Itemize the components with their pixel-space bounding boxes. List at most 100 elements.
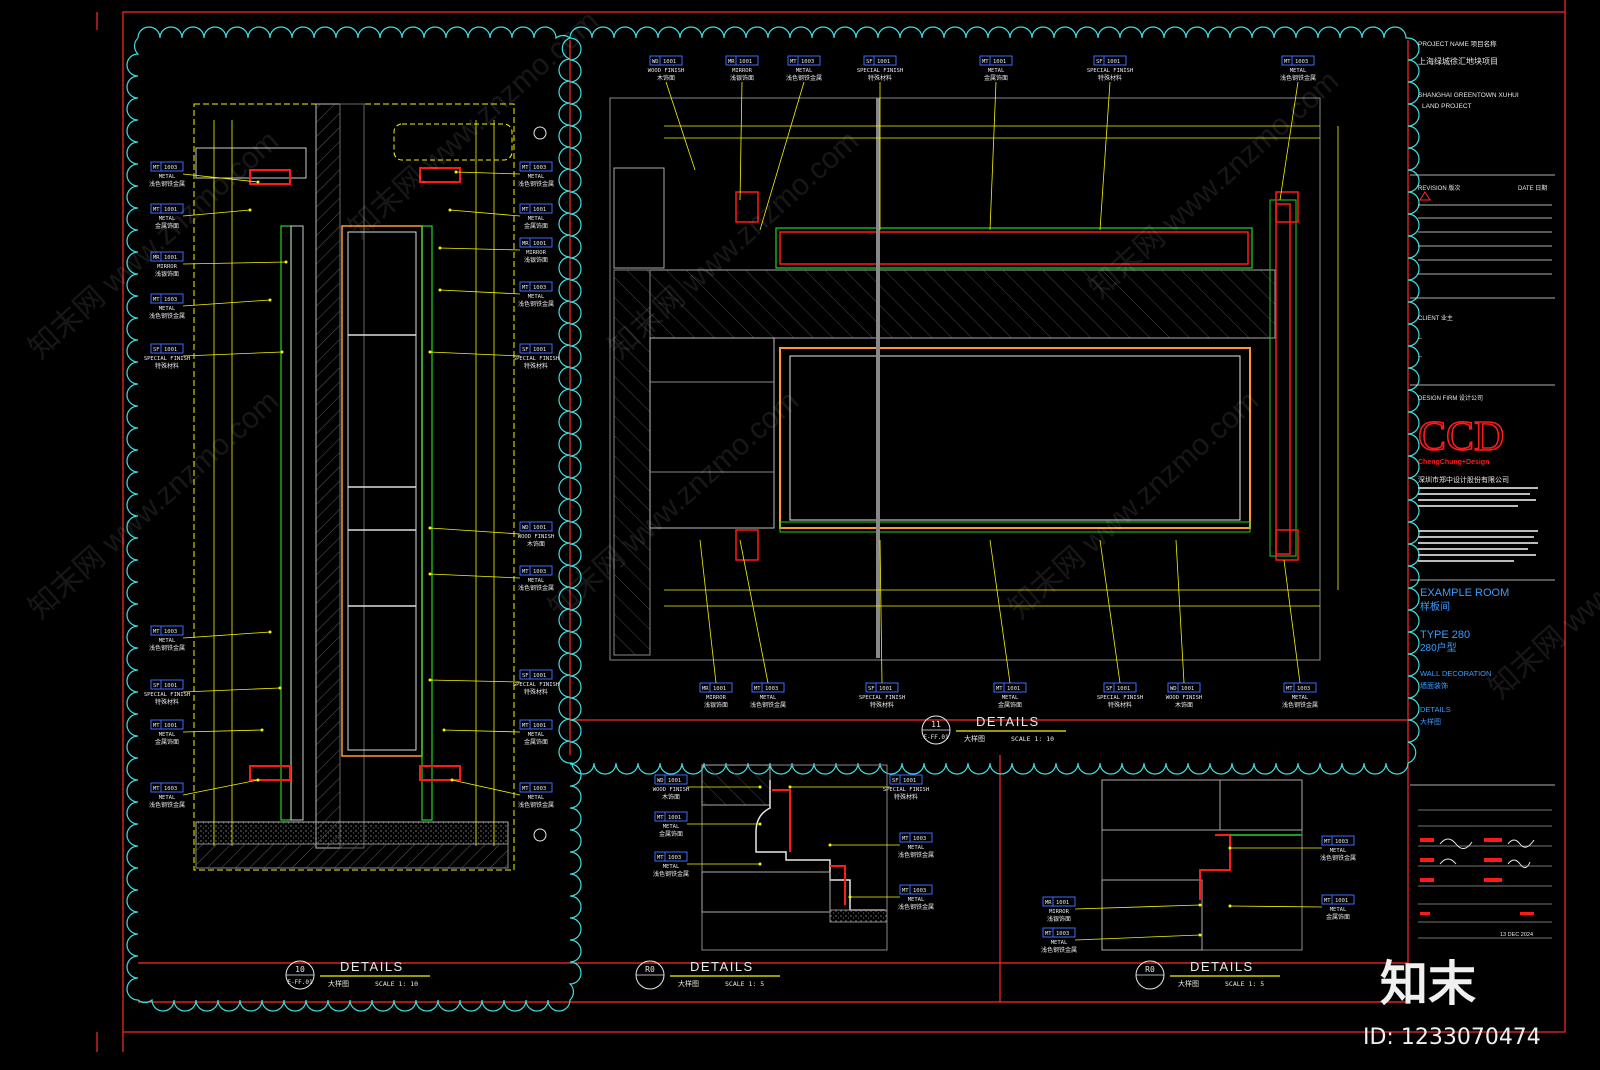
callout-code-number: 1003 (668, 855, 681, 861)
callout-en: METAL (908, 845, 925, 851)
callout-code: SF (522, 347, 529, 353)
callout-code: MT (153, 207, 160, 213)
material-callout: MT 1003 METAL浅色钢铁金属 (149, 778, 260, 809)
callout-code: MT (754, 686, 761, 692)
callout-en: METAL (760, 695, 777, 701)
callout-cn: 浅色钢铁金属 (149, 180, 185, 188)
callout-cn: 浅色钢铁金属 (653, 870, 689, 878)
callout-cn: 浅色钢铁金属 (518, 584, 554, 592)
callout-code-number: 1001 (668, 815, 681, 821)
material-callout: MT 1001 METAL金属饰面 (993, 682, 1027, 709)
material-callout: MT 1003 METAL浅色钢铁金属 (786, 55, 822, 82)
callout-en: METAL (663, 864, 680, 870)
callout-code-number: 1001 (533, 673, 546, 679)
callout-cn: 特殊材料 (868, 74, 892, 82)
callout-cn: 浅银饰面 (155, 270, 179, 278)
material-callout: MR 1001 MIRROR浅银饰面 (438, 237, 553, 264)
callout-code-number: 1003 (533, 569, 546, 575)
callout-en: METAL (1290, 68, 1307, 74)
callout-cn: 浅色钢铁金属 (750, 701, 786, 709)
date-label: DATE 日期 (1518, 184, 1547, 192)
material-callout: SF 1001 SPECIAL FINISH特殊材料 (144, 679, 282, 706)
callout-code: MT (522, 569, 529, 575)
callout-code-number: 1001 (1181, 686, 1194, 692)
material-callout: SF 1001 SPECIAL FINISH特殊材料 (1097, 682, 1143, 709)
callout-cn: 浅色钢铁金属 (149, 312, 185, 320)
callout-code-number: 1001 (1107, 59, 1120, 65)
callout-en: METAL (528, 216, 545, 222)
callout-code-number: 1001 (533, 347, 546, 353)
callout-code: MT (522, 285, 529, 291)
callout-cn: 特殊材料 (1098, 74, 1122, 82)
material-callout: MT 1003 METAL浅色钢铁金属 (828, 832, 934, 859)
client-value-2: -- (1418, 354, 1422, 360)
view-number: 10 (295, 965, 305, 974)
callout-code-number: 1001 (1007, 686, 1020, 692)
callout-cn: 浅色钢铁金属 (518, 300, 554, 308)
callout-code: MT (1045, 931, 1052, 937)
view-subtitle: 大样图 (328, 979, 349, 988)
view-title-text: DETAILS (690, 959, 754, 974)
callout-code: MT (790, 59, 797, 65)
callout-code-number: 1003 (1056, 931, 1069, 937)
view-number: R0 (645, 965, 655, 974)
callout-code-number: 1001 (533, 723, 546, 729)
callout-cn: 木饰面 (662, 793, 680, 801)
watermark-text: 知末网 www.znzmo.com (1083, 64, 1345, 305)
callout-code-number: 1003 (765, 686, 778, 692)
material-callout: WD 1001 WOOD FINISH木饰面 (428, 521, 554, 548)
callout-en: METAL (1002, 695, 1019, 701)
callout-code-number: 1003 (1335, 839, 1348, 845)
material-callout: MT 1003 METAL浅色钢铁金属 (750, 682, 786, 709)
callout-code: MT (1324, 839, 1331, 845)
watermark-text: 知末网 www.znzmo.com (543, 384, 805, 625)
callout-en: METAL (528, 732, 545, 738)
view-number: 11 (931, 720, 941, 729)
callout-code: MT (153, 165, 160, 171)
material-callout: MT 1003 METAL浅色钢铁金属 (428, 565, 554, 592)
callout-en: MIRROR (1049, 909, 1070, 915)
firm-name-cn: 深圳市郑中设计股份有限公司 (1418, 475, 1509, 484)
callout-code: WD (1170, 686, 1177, 692)
callout-en: MIRROR (732, 68, 753, 74)
callout-cn: 金属饰面 (524, 222, 548, 230)
callout-cn: 特殊材料 (894, 793, 918, 801)
material-callout: MT 1003 METAL浅色钢铁金属 (653, 851, 762, 878)
callout-code: MT (522, 207, 529, 213)
callout-en: METAL (988, 68, 1005, 74)
callout-code-number: 1003 (1295, 59, 1308, 65)
callout-cn: 特殊材料 (1108, 701, 1132, 709)
callout-code-number: 1003 (533, 285, 546, 291)
callout-code-number: 1001 (668, 778, 681, 784)
material-callout: MT 1001 METAL金属饰面 (150, 719, 264, 746)
callout-code-number: 1003 (533, 786, 546, 792)
callout-cn: 浅色钢铁金属 (1320, 854, 1356, 862)
callout-cn: 浅银饰面 (1047, 915, 1071, 923)
callout-en: SPECIAL FINISH (859, 695, 905, 701)
project-name-label: PROJECT NAME 项目名称 (1418, 39, 1497, 48)
revision-label: REVISION 版次 (1418, 184, 1460, 192)
callout-cn: 木饰面 (527, 540, 545, 548)
callout-en: METAL (1330, 848, 1347, 854)
callout-code-number: 1001 (533, 241, 546, 247)
callout-code-number: 1001 (533, 525, 546, 531)
cad-drawing-sheet: MT 1003METAL浅色钢铁金属MT 1001METAL金属饰面MR 1001MI… (23, 0, 1600, 1052)
material-callout: MT 1003 METAL浅色钢铁金属 (438, 281, 554, 308)
callout-en: METAL (1330, 907, 1347, 913)
view-detail-right: MT 1003METAL浅色钢铁金属MT 1001METAL金属饰面MR 1001MI… (1041, 779, 1356, 954)
callout-code: MT (657, 855, 664, 861)
watermark-text: 知末网 www.znzmo.com (23, 384, 285, 625)
callout-code: MT (996, 686, 1003, 692)
callout-cn: 特殊材料 (524, 688, 548, 696)
callout-code-number: 1001 (713, 686, 726, 692)
callout-cn: 浅色钢铁金属 (898, 903, 934, 911)
callout-en: WOOD FINISH (518, 534, 554, 540)
callout-en: METAL (908, 897, 925, 903)
callout-en: MIRROR (706, 695, 727, 701)
callout-code: MT (522, 165, 529, 171)
type-cn: 280户型 (1420, 641, 1457, 654)
view-scale: SCALE 1: 5 (725, 980, 764, 988)
material-callout: MT 1003 METAL浅色钢铁金属 (149, 625, 272, 652)
callout-en: SPECIAL FINISH (513, 356, 559, 362)
callout-code-number: 1001 (1056, 900, 1069, 906)
